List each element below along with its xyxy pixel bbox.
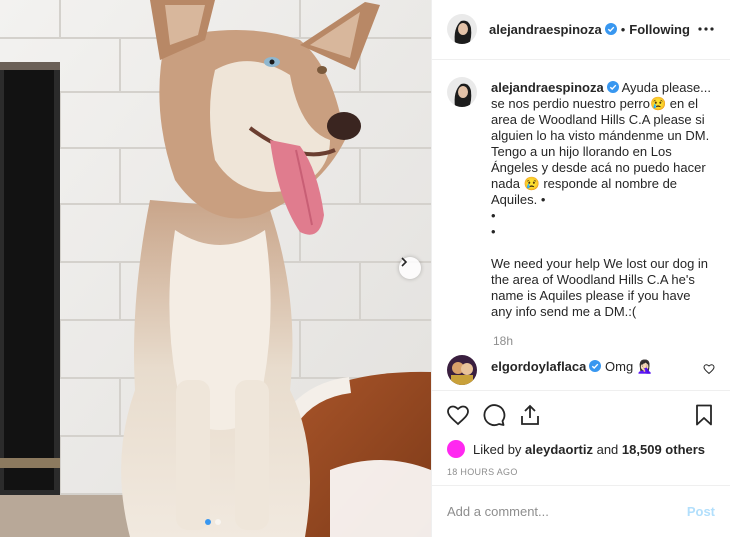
- comment-item: elgordoylaflaca Omg 🤦🏻‍♀️: [447, 354, 715, 385]
- comment-username[interactable]: elgordoylaflaca: [491, 359, 586, 374]
- post-header: alejandraespinoza • Following: [432, 0, 730, 60]
- comment-input[interactable]: [447, 503, 687, 519]
- avatar[interactable]: [447, 14, 477, 45]
- like-comment-heart-icon[interactable]: [703, 363, 715, 375]
- post-side-panel: alejandraespinoza • Following alejandrae…: [431, 0, 730, 537]
- comments-section[interactable]: alejandraespinoza Ayuda please... se nos…: [432, 60, 730, 391]
- liker-avatar[interactable]: [447, 440, 465, 459]
- comment-avatar[interactable]: [447, 354, 477, 385]
- save-button[interactable]: [688, 399, 720, 431]
- verified-badge-icon: [589, 359, 602, 372]
- chevron-right-icon: [401, 257, 408, 267]
- post-photo[interactable]: [0, 0, 431, 537]
- post-timestamp: 18 HOURS AGO: [447, 467, 518, 478]
- bookmark-icon: [696, 404, 712, 425]
- add-comment-bar: Post: [432, 484, 730, 537]
- more-options-icon: [698, 27, 714, 32]
- header-separator: •: [620, 21, 626, 37]
- instagram-post: alejandraespinoza • Following alejandrae…: [0, 0, 730, 537]
- following-button[interactable]: Following: [629, 22, 690, 37]
- header-username[interactable]: alejandraespinoza: [489, 22, 602, 37]
- caption-body: alejandraespinoza Ayuda please... se nos…: [491, 80, 713, 320]
- comment-icon: [483, 403, 506, 426]
- post-comment-button[interactable]: Post: [687, 504, 715, 519]
- likes-others-link[interactable]: 18,509 others: [622, 442, 705, 457]
- like-button[interactable]: [442, 399, 474, 431]
- profile-picture-image: [447, 76, 477, 107]
- likes-summary: Liked by aleydaortiz and 18,509 others: [432, 438, 730, 462]
- profile-picture-image: [447, 354, 477, 385]
- caption-username[interactable]: alejandraespinoza: [491, 80, 604, 95]
- comment-body: elgordoylaflaca Omg 🤦🏻‍♀️: [491, 359, 695, 375]
- carousel-dot-active: [205, 519, 211, 525]
- caption-time: 18h: [493, 333, 514, 348]
- heart-icon: [447, 405, 469, 425]
- likes-prefix: Liked by: [473, 441, 522, 457]
- profile-picture-image: [447, 14, 477, 45]
- share-button[interactable]: [514, 399, 546, 431]
- caption: alejandraespinoza Ayuda please... se nos…: [447, 76, 715, 320]
- verified-badge-icon: [604, 23, 617, 36]
- caption-text: Ayuda please... se nos perdio nuestro pe…: [491, 79, 712, 319]
- comment-button[interactable]: [478, 399, 510, 431]
- caption-avatar[interactable]: [447, 76, 477, 107]
- action-bar: [432, 390, 730, 437]
- likes-text: Liked by aleydaortiz and 18,509 others: [473, 442, 705, 457]
- share-icon: [521, 404, 539, 425]
- more-options-button[interactable]: [694, 17, 718, 41]
- dog-photo-image: [0, 0, 431, 537]
- likes-connector: and: [596, 441, 619, 457]
- carousel-dot: [215, 519, 221, 525]
- verified-badge-icon: [606, 80, 619, 93]
- carousel-indicator: [205, 519, 221, 525]
- comment-text: Omg 🤦🏻‍♀️: [605, 358, 653, 374]
- carousel-next-button[interactable]: [399, 257, 421, 279]
- liker-username[interactable]: aleydaortiz: [525, 442, 593, 457]
